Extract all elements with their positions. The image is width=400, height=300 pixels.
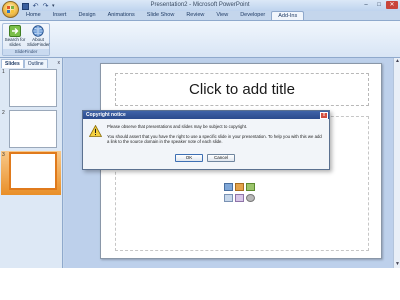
about-slidefinder-label: About SlideFinder bbox=[27, 37, 50, 47]
panel-tabs: Slides Outline bbox=[1, 58, 48, 68]
insert-smartart-icon[interactable] bbox=[246, 183, 255, 191]
slides-panel: Slides Outline x 1 2 3 bbox=[0, 58, 63, 268]
close-button[interactable]: ✕ bbox=[386, 1, 398, 9]
warning-icon bbox=[89, 125, 102, 137]
slide-thumbnail-row[interactable]: 2 bbox=[1, 110, 61, 152]
slide-thumbnail-row-selected[interactable]: 3 bbox=[1, 151, 61, 195]
copyright-dialog: Copyright notice x Please observe that p… bbox=[82, 110, 330, 170]
tab-review[interactable]: Review bbox=[180, 11, 210, 20]
insert-chart-icon[interactable] bbox=[235, 183, 244, 191]
slidefinder-group: Search for slides About SlideFinder Slid… bbox=[2, 23, 50, 56]
slide-number: 2 bbox=[2, 110, 5, 116]
title-placeholder[interactable]: Click to add title bbox=[115, 73, 369, 106]
office-logo-icon bbox=[7, 6, 14, 13]
tab-slide-show[interactable]: Slide Show bbox=[141, 11, 181, 20]
slide-thumbnail[interactable] bbox=[9, 152, 57, 190]
powerpoint-window: ↶ ↷ ▾ Presentation2 - Microsoft PowerPoi… bbox=[0, 0, 400, 268]
vertical-scrollbar[interactable]: ▲ ▼ bbox=[393, 58, 400, 268]
slide-number: 3 bbox=[2, 152, 5, 158]
title-bar: ↶ ↷ ▾ Presentation2 - Microsoft PowerPoi… bbox=[0, 0, 400, 11]
dialog-message-line1: Please observe that presentations and sl… bbox=[107, 124, 248, 129]
tab-view[interactable]: View bbox=[210, 11, 234, 20]
tab-insert[interactable]: Insert bbox=[47, 11, 73, 20]
scroll-down-icon[interactable]: ▼ bbox=[394, 261, 400, 268]
slide-thumbnail-row[interactable]: 1 bbox=[1, 69, 61, 111]
cancel-button[interactable]: Cancel bbox=[207, 154, 235, 162]
office-button[interactable] bbox=[2, 1, 19, 18]
dialog-close-button[interactable]: x bbox=[320, 111, 328, 119]
insert-clipart-icon[interactable] bbox=[235, 194, 244, 202]
about-slidefinder-button[interactable]: About SlideFinder bbox=[27, 25, 50, 48]
group-label: SlideFinder bbox=[3, 49, 49, 55]
slide-thumbnail[interactable] bbox=[9, 69, 57, 107]
dialog-message-line2: You should assert that you have the righ… bbox=[107, 134, 322, 144]
insert-picture-icon[interactable] bbox=[224, 194, 233, 202]
ribbon: Search for slides About SlideFinder Slid… bbox=[0, 20, 400, 58]
tab-animations[interactable]: Animations bbox=[102, 11, 141, 20]
title-placeholder-text: Click to add title bbox=[189, 81, 295, 98]
minimize-button[interactable]: – bbox=[360, 1, 372, 9]
tab-slides[interactable]: Slides bbox=[1, 58, 24, 68]
dialog-title-bar: Copyright notice x bbox=[83, 111, 329, 119]
insert-content-icons bbox=[224, 181, 255, 203]
search-arrow-icon bbox=[9, 25, 21, 37]
tab-design[interactable]: Design bbox=[72, 11, 101, 20]
insert-table-icon[interactable] bbox=[224, 183, 233, 191]
scroll-up-icon[interactable]: ▲ bbox=[394, 58, 400, 65]
tab-add-ins[interactable]: Add-Ins bbox=[271, 11, 305, 20]
tab-outline[interactable]: Outline bbox=[23, 58, 48, 68]
search-slides-label: Search for slides bbox=[4, 37, 26, 47]
ok-button[interactable]: OK bbox=[175, 154, 203, 162]
about-globe-icon bbox=[32, 25, 44, 37]
dialog-title: Copyright notice bbox=[86, 112, 126, 118]
insert-media-icon[interactable] bbox=[246, 194, 255, 202]
window-controls: – □ ✕ bbox=[360, 1, 398, 9]
slide-number: 1 bbox=[2, 69, 5, 75]
ribbon-tabs: Home Insert Design Animations Slide Show… bbox=[20, 11, 305, 20]
maximize-button[interactable]: □ bbox=[373, 1, 385, 9]
tab-developer[interactable]: Developer bbox=[234, 11, 271, 20]
window-title: Presentation2 - Microsoft PowerPoint bbox=[150, 2, 250, 8]
search-slides-button[interactable]: Search for slides bbox=[4, 25, 26, 48]
slide-thumbnail[interactable] bbox=[9, 110, 57, 148]
tab-home[interactable]: Home bbox=[20, 11, 47, 20]
panel-close-icon[interactable]: x bbox=[58, 59, 61, 67]
